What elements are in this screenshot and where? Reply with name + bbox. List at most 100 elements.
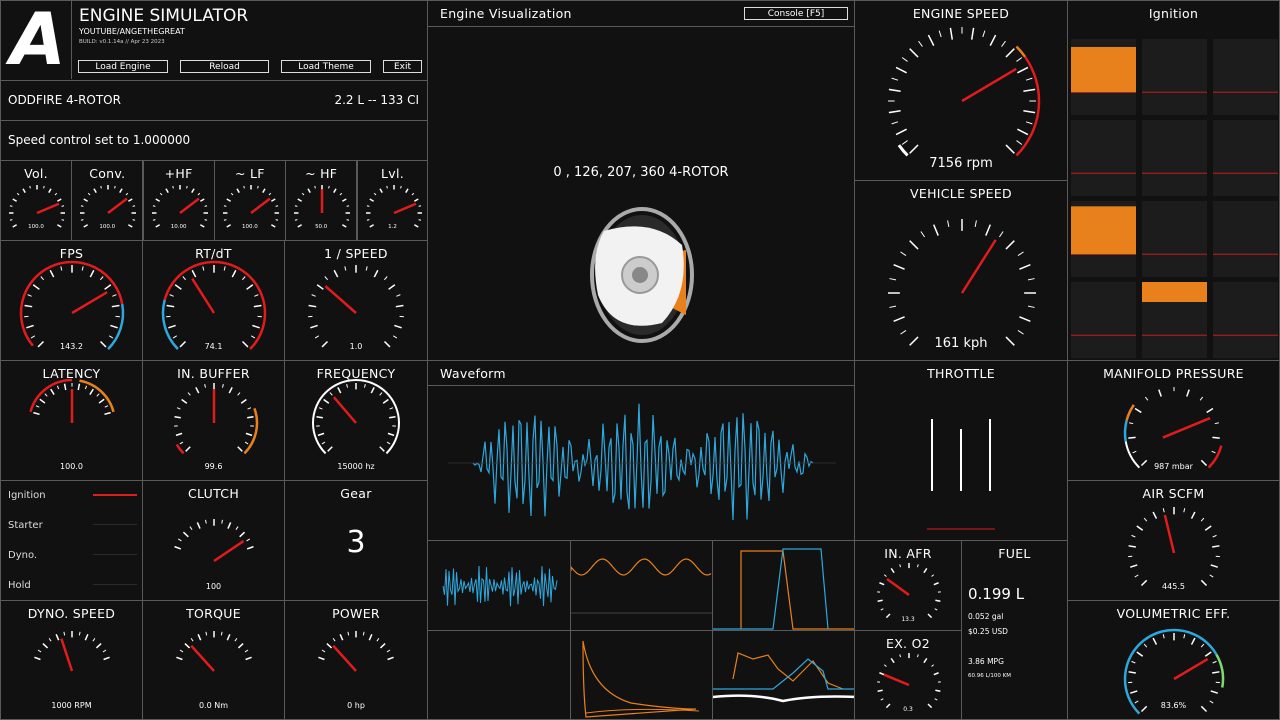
gauge-tick <box>413 224 419 228</box>
exit-button[interactable]: Exit <box>383 60 422 73</box>
gauge-tick <box>949 27 954 40</box>
gauge-tick <box>1128 671 1136 674</box>
gauge-tick <box>60 266 63 271</box>
gauge-tick <box>100 185 103 189</box>
gauge-tick <box>275 205 279 207</box>
gauge-tick <box>104 411 111 416</box>
gauge-tick <box>223 266 226 271</box>
gauge-tick <box>385 185 388 189</box>
gauge-tick <box>231 269 237 278</box>
gauge-tick <box>44 393 48 397</box>
scope-trace <box>713 548 829 630</box>
gauge-tick <box>947 220 950 228</box>
gauge-tick <box>1183 634 1186 639</box>
gauge-tick <box>1017 329 1024 335</box>
gauge-tick <box>346 219 350 221</box>
gauge-arc <box>175 443 185 455</box>
audio-gauge-3[interactable]: ~ LF 100.0 <box>213 160 286 241</box>
gauge-tick <box>63 383 67 391</box>
gauge-tick <box>166 304 175 308</box>
waveform-trace <box>472 403 814 521</box>
gauge-tick <box>883 574 887 577</box>
gauge-tick <box>362 631 365 636</box>
gauge-tick <box>187 392 191 396</box>
gauge-tick <box>234 637 238 642</box>
gauge-tick <box>295 219 298 221</box>
gauge-tick <box>1023 88 1036 93</box>
gauge-tick <box>190 637 194 642</box>
gauge-tick <box>32 284 40 290</box>
gauge-tick <box>244 441 249 445</box>
ignition-panel: Ignition <box>1067 0 1280 361</box>
gauge-tick <box>174 284 182 290</box>
gauge-tick <box>154 198 160 202</box>
gauge-tick <box>935 599 941 602</box>
gauge-tick <box>245 432 253 437</box>
gauge-tick <box>879 582 885 586</box>
gauge-tick <box>204 219 207 221</box>
gauge-tick <box>379 643 386 649</box>
gauge-tick <box>883 664 887 667</box>
gauge-tick <box>302 192 305 196</box>
gauge-tick <box>901 57 908 62</box>
load-engine-button[interactable]: Load Engine <box>78 60 168 73</box>
gauge-tick <box>1023 109 1036 114</box>
switch-indicator-starter <box>93 524 137 525</box>
gauge-tick <box>934 608 938 611</box>
gauge-tick <box>205 631 208 636</box>
gauge-tick <box>128 198 133 202</box>
gauge-tick <box>179 649 184 653</box>
gauge-tick <box>182 276 187 281</box>
gauge-tick <box>1143 517 1148 522</box>
clutch-panel: CLUTCH 100 <box>142 480 285 601</box>
scope-1-plot <box>442 565 558 607</box>
gauge-tick <box>934 698 938 701</box>
gauge-tick <box>877 599 883 602</box>
gauge-tick <box>179 340 187 348</box>
o2-value: 0.3 <box>903 706 913 713</box>
gauge-needle <box>332 396 357 424</box>
gauge-tick <box>931 664 935 667</box>
gauge-tick <box>900 251 907 257</box>
switch-label-dyno[interactable]: Dyno. <box>8 550 37 561</box>
switch-label-starter[interactable]: Starter <box>8 520 43 531</box>
gauge-tick <box>257 185 259 189</box>
gauge-tick <box>1158 389 1162 397</box>
gauge-dial <box>176 631 252 672</box>
gauge-tick <box>83 198 89 202</box>
gauge-tick <box>370 387 375 394</box>
reload-button[interactable]: Reload <box>180 60 269 73</box>
gauge-tick <box>132 205 136 207</box>
gauge-tick <box>316 416 323 419</box>
gauge-tick <box>386 441 391 445</box>
gauge-tick <box>152 219 156 221</box>
switch-label-hold[interactable]: Hold <box>8 580 31 591</box>
gauge-tick <box>35 405 40 408</box>
gauge-tick <box>404 188 409 194</box>
gauge-tick <box>386 649 391 653</box>
audio-gauge-1[interactable]: Conv. 100.0 <box>71 160 144 241</box>
audio-gauge-5[interactable]: Lvl. 1.2 <box>356 160 429 241</box>
audio-gauge-2[interactable]: +HF 10.00 <box>142 160 215 241</box>
gauge-needle <box>107 197 129 214</box>
gauge-tick <box>196 522 201 529</box>
gauge-tick <box>1130 564 1138 568</box>
audio-gauge-0[interactable]: Vol. 100.0 <box>0 160 72 241</box>
gauge-tick <box>1152 637 1158 645</box>
switch-label-ignition[interactable]: Ignition <box>8 490 46 501</box>
audio-gauge-dial <box>9 185 65 228</box>
gauge-tick <box>909 144 919 154</box>
gauge-tick <box>49 269 55 278</box>
gauge-tick <box>43 185 45 189</box>
gauge-tick <box>1025 77 1033 81</box>
gauge-tick <box>12 224 18 228</box>
ignition-cell <box>1071 120 1136 196</box>
gauge-tick <box>392 335 398 339</box>
gauge-tick <box>1206 407 1214 414</box>
audio-gauge-4[interactable]: ~ HF 50.0 <box>285 160 358 241</box>
gauge-tick <box>199 224 205 228</box>
load-theme-button[interactable]: Load Theme <box>281 60 371 73</box>
gauge-tick <box>92 637 96 642</box>
vehicle-speed-value: 161 kph <box>934 336 988 351</box>
gauge-tick <box>923 567 928 574</box>
